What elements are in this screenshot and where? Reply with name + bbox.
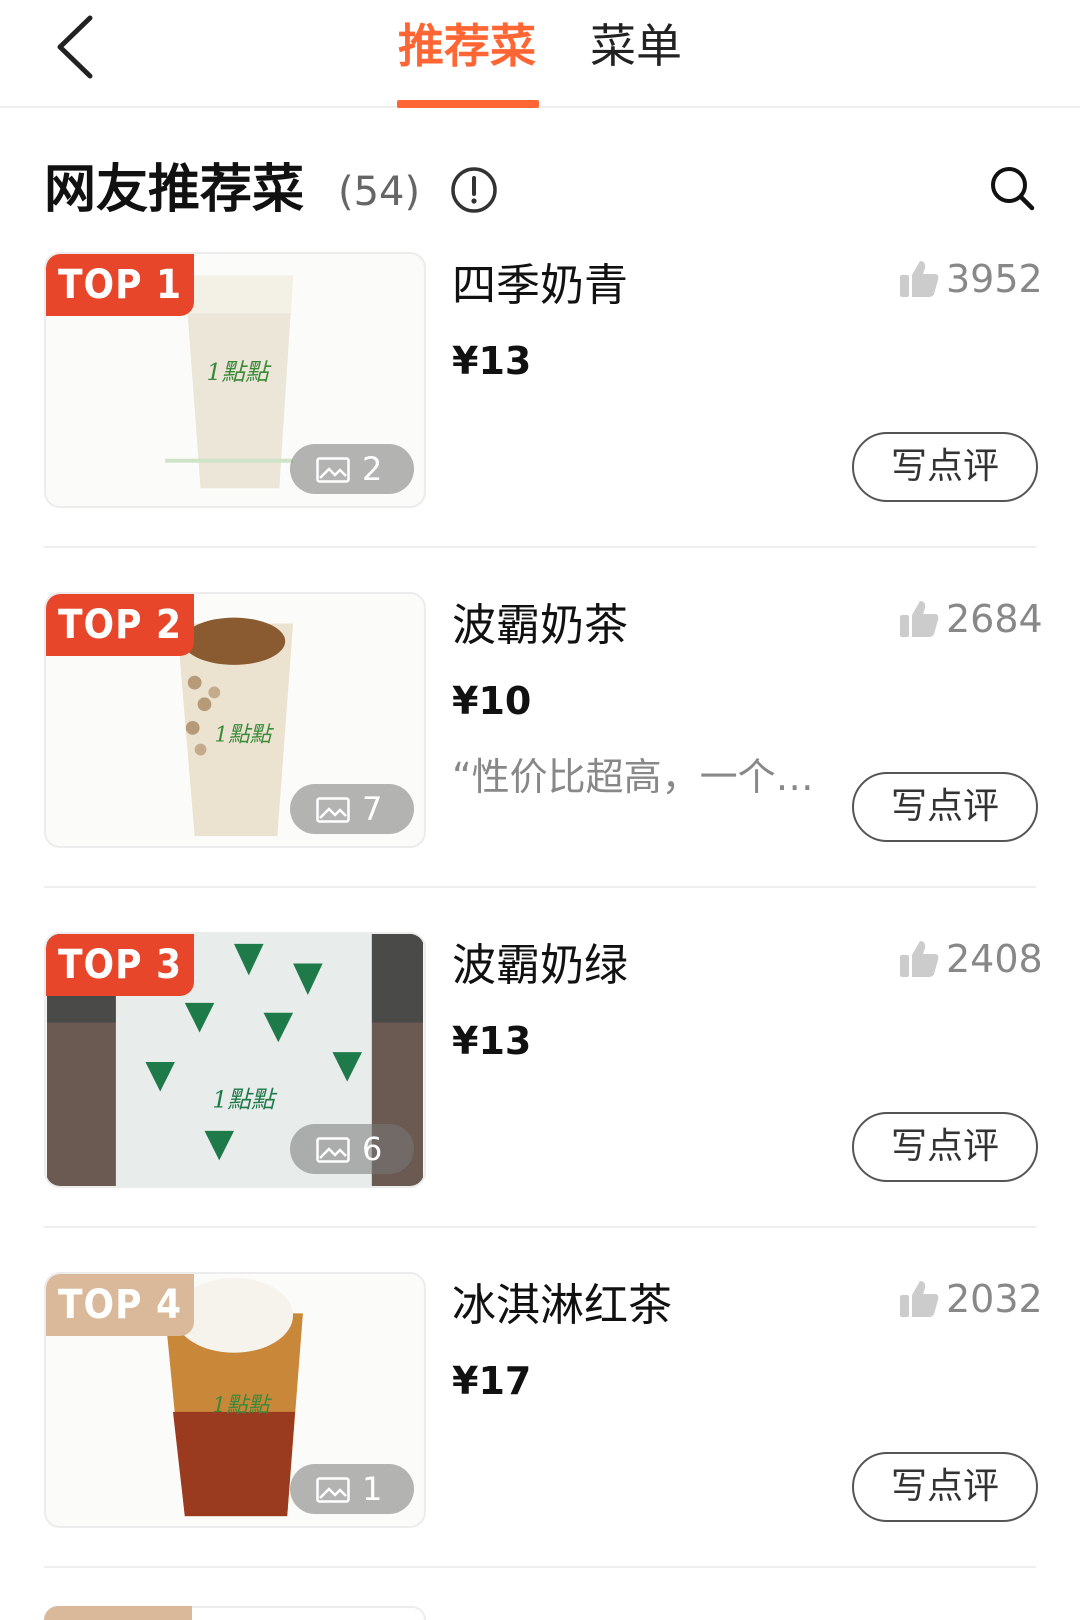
info-icon[interactable] bbox=[450, 166, 498, 214]
dish-price: ¥10 bbox=[452, 679, 532, 723]
image-icon bbox=[316, 457, 350, 483]
tab-menu[interactable]: 菜单 bbox=[590, 18, 682, 74]
dish-item[interactable]: 1點點 TOP 2 7 波霸奶茶 ¥10 “性价比超高，一个… 2684 写点评 bbox=[0, 592, 1080, 932]
active-tab-indicator bbox=[397, 100, 539, 108]
divider bbox=[44, 886, 1036, 888]
svg-text:1點點: 1點點 bbox=[212, 1393, 272, 1418]
thumbs-up-icon[interactable] bbox=[898, 598, 940, 640]
divider bbox=[44, 546, 1036, 548]
dish-price: ¥13 bbox=[452, 339, 532, 383]
photo-count-badge[interactable]: 1 bbox=[290, 1464, 414, 1514]
svg-text:1點點: 1點點 bbox=[212, 1085, 278, 1113]
photo-count: 2 bbox=[362, 450, 383, 488]
image-icon bbox=[316, 797, 350, 823]
image-icon bbox=[316, 1137, 350, 1163]
dish-photo[interactable]: 1點點 TOP 1 2 bbox=[44, 252, 426, 508]
top-nav-bar: 推荐菜 菜单 bbox=[0, 0, 1080, 108]
svg-text:1點點: 1點點 bbox=[206, 358, 272, 386]
like-count: 2032 bbox=[946, 1277, 1043, 1321]
dish-photo[interactable]: 1點點 TOP 3 6 bbox=[44, 932, 426, 1188]
photo-count: 1 bbox=[362, 1470, 383, 1508]
divider bbox=[44, 1226, 1036, 1228]
rank-badge: TOP 4 bbox=[46, 1274, 194, 1336]
divider bbox=[44, 1566, 1036, 1568]
dish-name[interactable]: 冰淇淋红茶 bbox=[452, 1278, 672, 1334]
image-icon bbox=[316, 1477, 350, 1503]
thumbs-up-icon[interactable] bbox=[898, 1278, 940, 1320]
dish-name[interactable]: 波霸奶绿 bbox=[452, 938, 628, 994]
dish-photo[interactable]: 1點點 TOP 2 7 bbox=[44, 592, 426, 848]
photo-count-badge[interactable]: 7 bbox=[290, 784, 414, 834]
review-snippet[interactable]: “性价比超高，一个… bbox=[452, 752, 832, 802]
photo-count-badge[interactable]: 2 bbox=[290, 444, 414, 494]
dish-item[interactable]: 1點點 TOP 3 6 波霸奶绿 ¥13 2408 写点评 bbox=[0, 932, 1080, 1272]
photo-count: 6 bbox=[362, 1130, 383, 1168]
like-count: 3952 bbox=[946, 257, 1043, 301]
dish-item[interactable]: 1點點 TOP 1 2 四季奶青 ¥13 3952 写点评 bbox=[0, 252, 1080, 592]
rank-badge: TOP 2 bbox=[46, 594, 194, 656]
dish-price: ¥17 bbox=[452, 1359, 532, 1403]
next-dish-badge-edge bbox=[44, 1606, 192, 1620]
thumbs-up-icon[interactable] bbox=[898, 258, 940, 300]
dish-price: ¥13 bbox=[452, 1019, 532, 1063]
dish-name[interactable]: 波霸奶茶 bbox=[452, 598, 628, 654]
back-arrow-icon[interactable] bbox=[50, 14, 100, 80]
write-review-button[interactable]: 写点评 bbox=[852, 1452, 1038, 1522]
svg-text:1點點: 1點點 bbox=[214, 723, 274, 748]
section-count: (54) bbox=[338, 169, 421, 215]
like-count: 2684 bbox=[946, 597, 1043, 641]
write-review-button[interactable]: 写点评 bbox=[852, 1112, 1038, 1182]
search-icon[interactable] bbox=[988, 164, 1036, 212]
dish-item[interactable]: 1點點 TOP 4 1 冰淇淋红茶 ¥17 2032 写点评 bbox=[0, 1272, 1080, 1612]
rank-badge: TOP 3 bbox=[46, 934, 194, 996]
dish-name[interactable]: 四季奶青 bbox=[452, 258, 628, 314]
section-title: 网友推荐菜 bbox=[44, 160, 305, 220]
write-review-button[interactable]: 写点评 bbox=[852, 432, 1038, 502]
like-count: 2408 bbox=[946, 937, 1043, 981]
photo-count-badge[interactable]: 6 bbox=[290, 1124, 414, 1174]
thumbs-up-icon[interactable] bbox=[898, 938, 940, 980]
photo-count: 7 bbox=[362, 790, 383, 828]
tab-recommended[interactable]: 推荐菜 bbox=[398, 18, 536, 74]
write-review-button[interactable]: 写点评 bbox=[852, 772, 1038, 842]
rank-badge: TOP 1 bbox=[46, 254, 194, 316]
dish-photo[interactable]: 1點點 TOP 4 1 bbox=[44, 1272, 426, 1528]
